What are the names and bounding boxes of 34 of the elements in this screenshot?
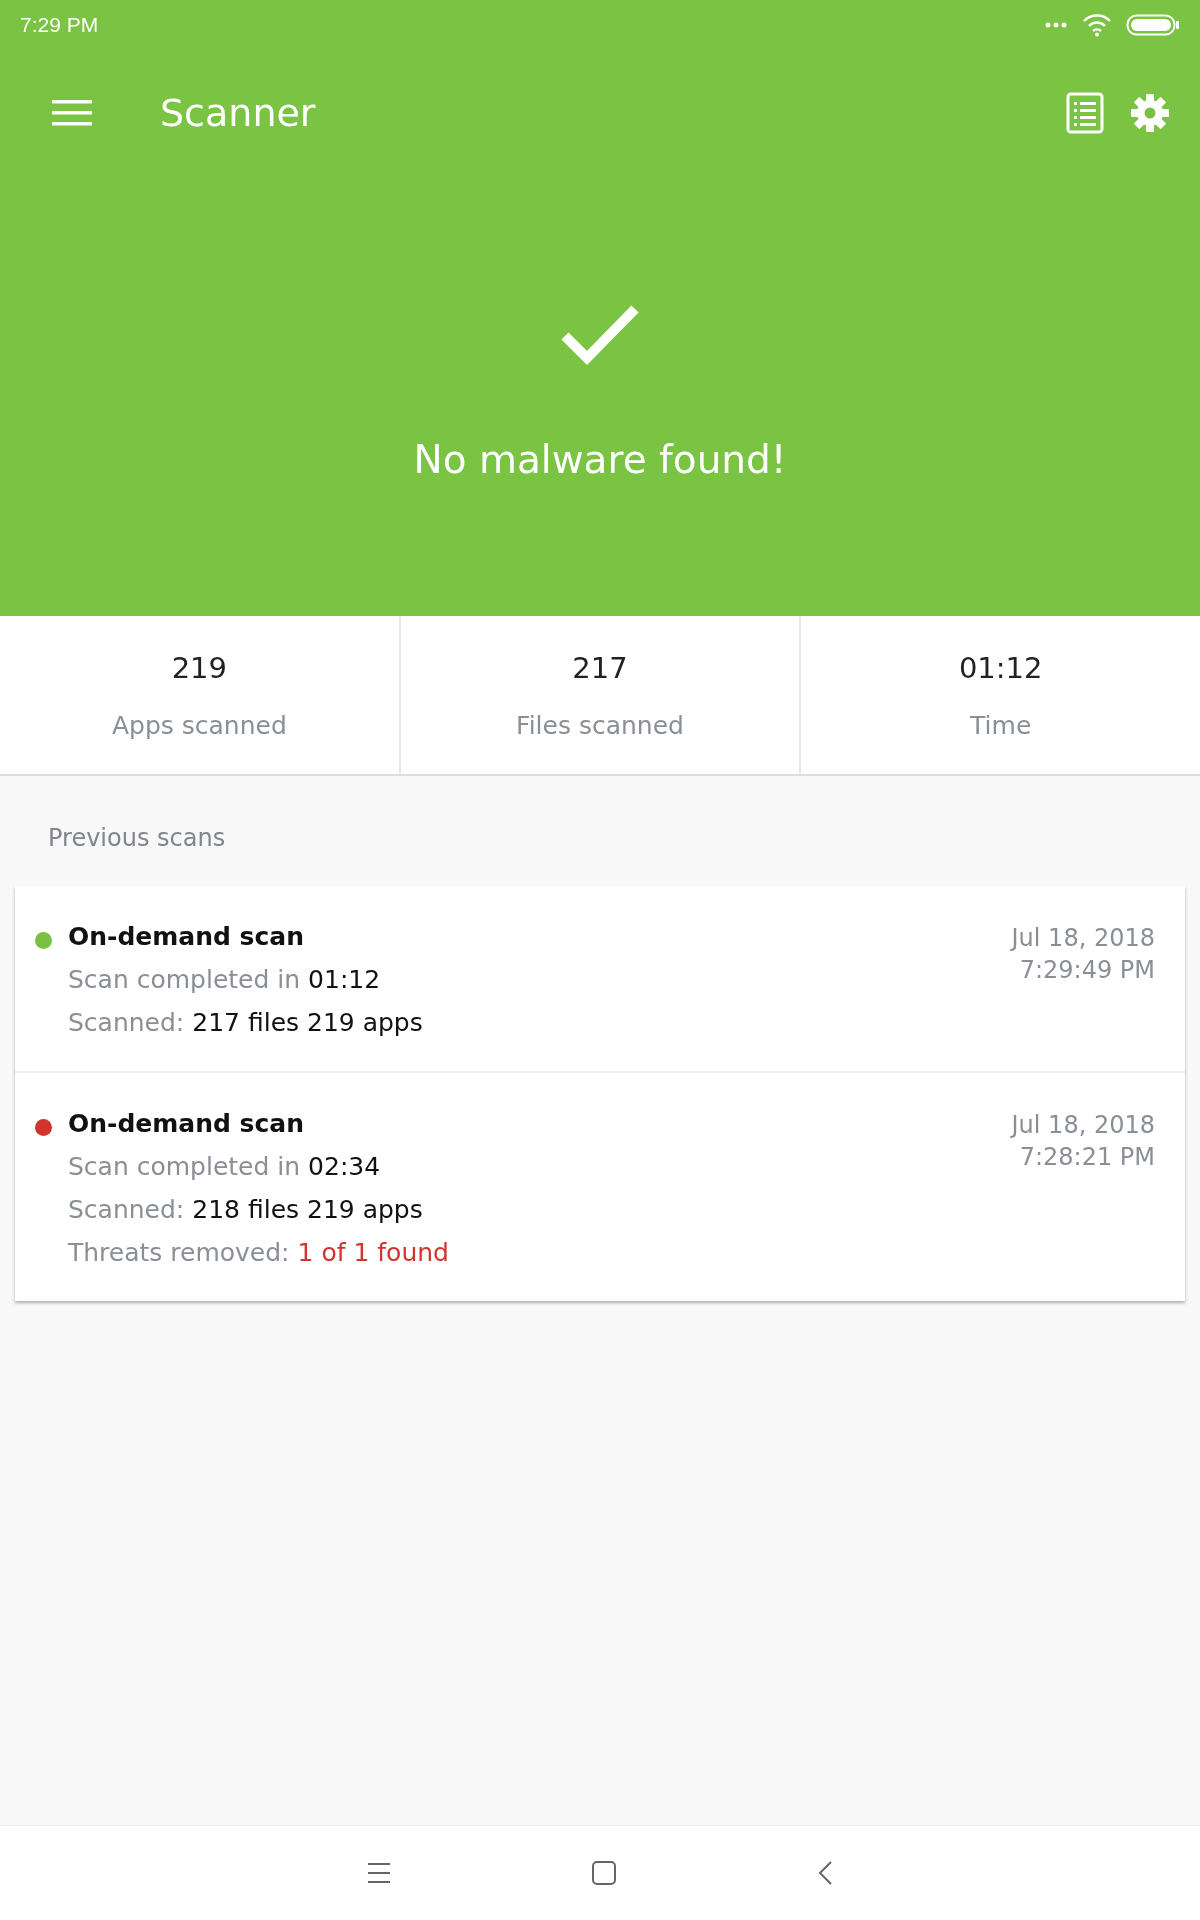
stat-label: Files scanned — [516, 710, 684, 740]
more-dots-icon — [1044, 21, 1068, 29]
scan-title: On-demand scan — [68, 1109, 305, 1138]
scan-time: 7:28:21 PM — [1018, 1142, 1155, 1173]
detail-label: Scan completed in — [68, 965, 301, 994]
scan-entry[interactable]: On-demand scan Scan completed in 02:34 Scanned: 218 files 219 apps Threats removed: 1 of 1 found Jul 18, 2018 7:28:21 PM — [15, 1073, 1185, 1301]
scan-date: Jul 18, 2018 — [1011, 923, 1155, 954]
scan-time: 7:29:49 PM — [1018, 955, 1155, 986]
detail-value: 217 files 219 apps — [192, 1008, 423, 1037]
section-title: Previous scans — [47, 823, 227, 854]
status-message: No malware found! — [413, 437, 787, 482]
app-title: Scanner — [160, 90, 316, 135]
status-time: 7:29 PM — [20, 13, 99, 37]
scan-title: On-demand scan — [68, 922, 305, 951]
detail-label: Scan completed in — [68, 1152, 301, 1181]
stat-value: 01:12 — [958, 650, 1043, 685]
stat-label: Apps scanned — [111, 710, 287, 740]
scan-date: Jul 18, 2018 — [1011, 1110, 1155, 1141]
stat-value: 217 — [572, 650, 628, 685]
menu-icon[interactable] — [367, 1862, 391, 1884]
wifi-icon — [1082, 13, 1112, 37]
back-icon[interactable] — [817, 1860, 833, 1886]
scan-entry[interactable]: On-demand scan Scan completed in 01:12 Scanned: 217 files 219 apps Jul 18, 2018 7:29:49 PM — [15, 886, 1185, 1073]
stat-label: Time — [970, 710, 1032, 740]
battery-icon — [1126, 14, 1180, 36]
detail-label: Threats removed: — [68, 1238, 290, 1267]
stat-value: 219 — [171, 650, 227, 685]
detail-label: Scanned: — [68, 1195, 185, 1224]
detail-value: 218 files 219 apps — [192, 1195, 423, 1224]
detail-value: 1 of 1 found — [297, 1238, 449, 1267]
home-icon[interactable] — [591, 1860, 617, 1886]
detail-label: Scanned: — [68, 1008, 185, 1037]
detail-value: 02:34 — [308, 1152, 381, 1181]
detail-value: 01:12 — [308, 965, 381, 994]
